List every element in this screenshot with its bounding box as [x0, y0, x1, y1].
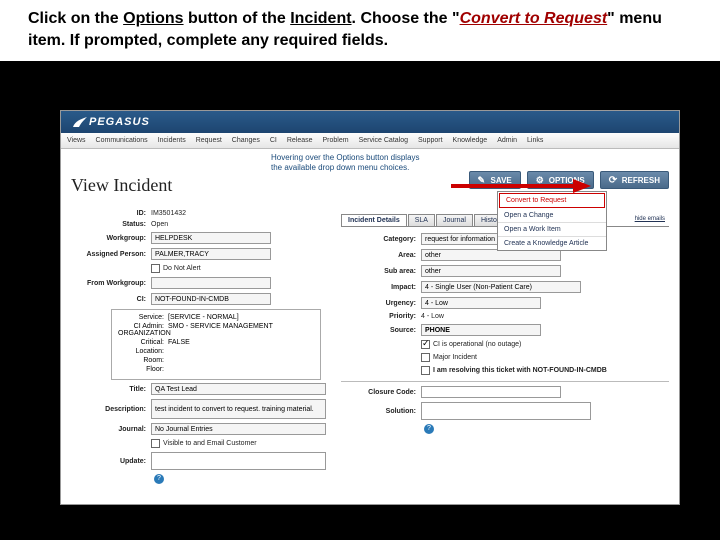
workgroup-label: Workgroup:	[71, 235, 151, 242]
closure-input[interactable]	[421, 386, 561, 398]
from-wg-label: From Workgroup:	[71, 280, 151, 287]
description-label: Description:	[71, 406, 151, 413]
category-label: Category:	[341, 236, 421, 243]
menu-create-knowledge[interactable]: Create a Knowledge Article	[498, 237, 606, 250]
menu-open-change[interactable]: Open a Change	[498, 209, 606, 223]
ci-detail-inset: Service:[SERVICE - NORMAL] CI Admin:SMO …	[111, 309, 321, 380]
app-screenshot: PEGASUS Views Communications Incidents R…	[60, 110, 680, 505]
visible-email-checkbox[interactable]	[151, 439, 160, 448]
menu-ci[interactable]: CI	[270, 137, 277, 144]
menu-changes[interactable]: Changes	[232, 137, 260, 144]
refresh-button[interactable]: REFRESH	[600, 171, 669, 189]
source-input[interactable]: PHONE	[421, 324, 541, 336]
options-dropdown: Convert to Request Open a Change Open a …	[497, 191, 607, 251]
menu-request[interactable]: Request	[196, 137, 222, 144]
pencil-icon	[478, 175, 488, 185]
impact-input[interactable]: 4 - Single User (Non-Patient Care)	[421, 281, 581, 293]
major-incident-label: Major Incident	[433, 354, 477, 361]
options-button[interactable]: OPTIONS	[527, 171, 594, 189]
title-label: Title:	[71, 386, 151, 393]
closure-label: Closure Code:	[341, 389, 421, 396]
id-value: IM3501432	[151, 210, 186, 217]
help-icon[interactable]: ?	[154, 474, 164, 484]
pegasus-logo-icon	[71, 113, 89, 131]
menu-open-work-item[interactable]: Open a Work Item	[498, 223, 606, 237]
app-topbar: PEGASUS	[61, 111, 679, 133]
menu-convert-to-request[interactable]: Convert to Request	[499, 193, 605, 208]
workgroup-input[interactable]: HELPDESK	[151, 232, 271, 244]
menu-problem[interactable]: Problem	[323, 137, 349, 144]
ci-label: CI:	[71, 296, 151, 303]
menu-knowledge[interactable]: Knowledge	[453, 137, 488, 144]
callout-hover-tip: Hovering over the Options button display…	[271, 153, 431, 172]
tab-sla[interactable]: SLA	[408, 214, 435, 226]
source-label: Source:	[341, 327, 421, 334]
status-value: Open	[151, 221, 168, 228]
do-not-alert-label: Do Not Alert	[163, 265, 201, 272]
refresh-icon	[609, 175, 619, 185]
menu-incidents[interactable]: Incidents	[158, 137, 186, 144]
journal-value: No Journal Entries	[151, 423, 326, 435]
menu-admin[interactable]: Admin	[497, 137, 517, 144]
help-icon[interactable]: ?	[424, 424, 434, 434]
menu-communications[interactable]: Communications	[96, 137, 148, 144]
impact-label: Impact:	[341, 284, 421, 291]
menu-service-catalog[interactable]: Service Catalog	[359, 137, 408, 144]
urgency-label: Urgency:	[341, 300, 421, 307]
app-brand: PEGASUS	[89, 116, 150, 128]
update-label: Update:	[71, 458, 151, 465]
priority-value: 4 - Low	[421, 313, 444, 320]
ci-input[interactable]: NOT-FOUND-IN-CMDB	[151, 293, 271, 305]
resolving-checkbox[interactable]	[421, 366, 430, 375]
menu-support[interactable]: Support	[418, 137, 443, 144]
assigned-input[interactable]: PALMER,TRACY	[151, 248, 271, 260]
hide-emails-link[interactable]: hide emails	[631, 214, 669, 226]
subarea-input[interactable]: other	[421, 265, 561, 277]
area-label: Area:	[341, 252, 421, 259]
assigned-label: Assigned Person:	[71, 251, 151, 258]
tab-incident-details[interactable]: Incident Details	[341, 214, 407, 226]
solution-input[interactable]	[421, 402, 591, 420]
save-button[interactable]: SAVE	[469, 171, 521, 189]
instruction-text: Click on the Options button of the Incid…	[0, 0, 720, 61]
solution-label: Solution:	[341, 408, 421, 415]
status-label: Status:	[71, 221, 151, 228]
major-incident-checkbox[interactable]	[421, 353, 430, 362]
ci-operational-label: CI is operational (no outage)	[433, 341, 521, 348]
priority-label: Priority:	[341, 313, 421, 320]
ci-operational-checkbox[interactable]	[421, 340, 430, 349]
description-input[interactable]: test incident to convert to request. tra…	[151, 399, 326, 419]
urgency-input[interactable]: 4 - Low	[421, 297, 541, 309]
title-input[interactable]: QA Test Lead	[151, 383, 326, 395]
menu-release[interactable]: Release	[287, 137, 313, 144]
do-not-alert-checkbox[interactable]	[151, 264, 160, 273]
id-label: ID:	[71, 210, 151, 217]
visible-email-label: Visible to and Email Customer	[163, 440, 257, 447]
menu-views[interactable]: Views	[67, 137, 86, 144]
resolving-label: I am resolving this ticket with NOT-FOUN…	[433, 367, 607, 374]
tab-journal[interactable]: Journal	[436, 214, 473, 226]
journal-label: Journal:	[71, 426, 151, 433]
main-menu: Views Communications Incidents Request C…	[61, 133, 679, 149]
from-wg-input[interactable]	[151, 277, 271, 289]
update-input[interactable]	[151, 452, 326, 470]
subarea-label: Sub area:	[341, 268, 421, 275]
menu-links[interactable]: Links	[527, 137, 543, 144]
gear-icon	[536, 175, 546, 185]
left-panel: ID:IM3501432 Status:Open Workgroup:HELPD…	[71, 204, 341, 488]
